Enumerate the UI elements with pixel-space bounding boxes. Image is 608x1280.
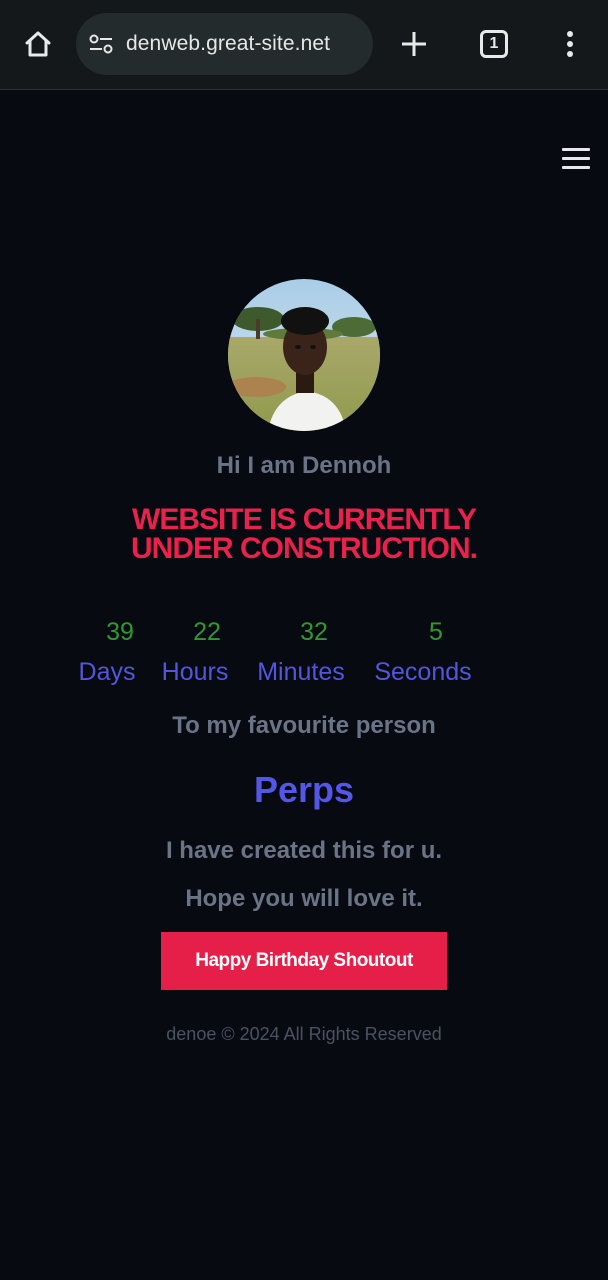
message-line-1: I have created this for u. xyxy=(165,837,443,864)
headline-line-2: UNDER CONSTRUCTION. xyxy=(131,532,478,565)
url-text[interactable]: denweb.great-site.net xyxy=(126,32,330,56)
countdown-minutes-label: Minutes xyxy=(257,658,345,686)
countdown-days-label: Days xyxy=(78,658,136,686)
home-icon xyxy=(25,31,51,57)
countdown-minutes-value: 32 xyxy=(300,618,328,646)
footer-copyright: denoe © 2024 All Rights Reserved xyxy=(166,1024,442,1044)
construction-headline: WEBSITE IS CURRENTLY UNDER CONSTRUCTION. xyxy=(0,503,608,565)
recipient-name: Perps xyxy=(253,769,355,810)
tab-switcher-button[interactable]: 1 xyxy=(474,24,514,64)
countdown-timer: 39 22 32 5 Days Hours Minutes Seconds xyxy=(0,618,608,698)
plus-icon xyxy=(402,32,426,56)
headline-line-1: WEBSITE IS CURRENTLY xyxy=(132,503,477,536)
countdown-seconds-value: 5 xyxy=(429,618,443,646)
countdown-hours-label: Hours xyxy=(161,658,229,686)
dedication-text: To my favourite person xyxy=(172,712,436,739)
address-bar[interactable]: denweb.great-site.net xyxy=(76,13,373,75)
birthday-shoutout-button[interactable]: Happy Birthday Shoutout xyxy=(161,932,447,990)
message-line-2: Hope you will love it. xyxy=(185,885,423,912)
tab-switcher-icon: 1 xyxy=(480,30,508,58)
countdown-days-value: 39 xyxy=(106,618,134,646)
home-button[interactable] xyxy=(18,24,58,64)
countdown-hours-value: 22 xyxy=(193,618,221,646)
avatar xyxy=(228,279,380,431)
more-options-button[interactable] xyxy=(552,24,588,64)
hamburger-menu-icon[interactable] xyxy=(558,144,594,174)
browser-toolbar: denweb.great-site.net 1 xyxy=(0,0,608,90)
site-settings-icon[interactable] xyxy=(88,31,114,57)
countdown-seconds-label: Seconds xyxy=(374,658,472,686)
greeting: Hi I am Dennoh xyxy=(216,452,392,479)
more-vert-icon xyxy=(567,31,573,57)
new-tab-button[interactable] xyxy=(394,24,434,64)
